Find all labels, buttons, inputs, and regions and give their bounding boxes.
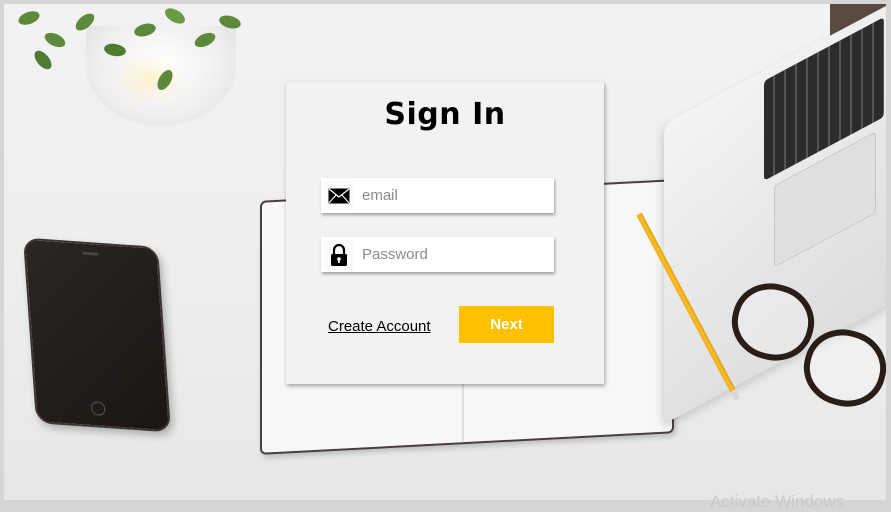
email-input[interactable]: [360, 186, 544, 205]
email-field[interactable]: [321, 178, 554, 213]
leaf-decoration: [42, 29, 68, 51]
phone-decoration: [22, 237, 172, 433]
glasses-decoration: [723, 274, 886, 416]
leaf-decoration: [31, 47, 55, 73]
password-input[interactable]: [360, 245, 544, 264]
activate-windows-watermark: Activate Windows: [710, 492, 845, 511]
envelope-icon: [324, 180, 354, 211]
create-account-link[interactable]: Create Account: [328, 318, 431, 335]
leaf-decoration: [162, 5, 188, 27]
leaf-decoration: [16, 8, 42, 28]
page-title: Sign In: [384, 97, 506, 132]
signin-card: Sign In Create Account Next: [286, 82, 604, 384]
lock-icon: [324, 239, 354, 270]
light-glow: [114, 54, 184, 104]
next-button[interactable]: Next: [459, 306, 554, 343]
password-field[interactable]: [321, 237, 554, 272]
